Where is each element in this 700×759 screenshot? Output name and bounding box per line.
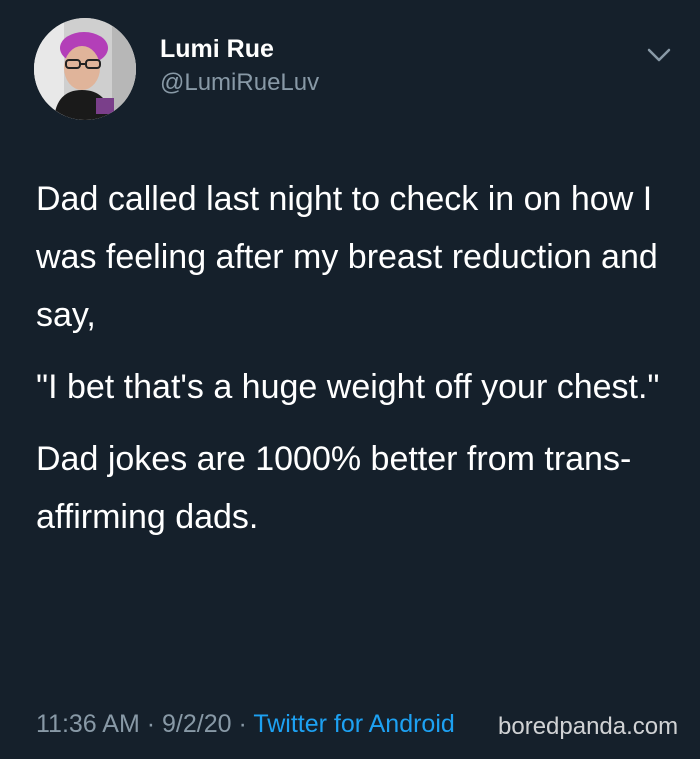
tweet-source-link[interactable]: Twitter for Android — [253, 710, 454, 738]
user-info[interactable]: Lumi Rue @LumiRueLuv — [160, 34, 319, 100]
display-name[interactable]: Lumi Rue — [160, 34, 319, 64]
profile-photo-icon — [34, 18, 136, 120]
chevron-down-icon[interactable] — [644, 40, 674, 70]
tweet-text: Dad called last night to check in on how… — [36, 170, 676, 560]
tweet-header: Lumi Rue @LumiRueLuv — [34, 18, 674, 122]
meta-separator: · — [146, 710, 156, 738]
tweet-time[interactable]: 11:36 AM — [36, 710, 140, 738]
tweet-paragraph: Dad called last night to check in on how… — [36, 180, 658, 334]
tweet-date[interactable]: 9/2/20 — [162, 710, 232, 738]
meta-separator: · — [238, 710, 247, 738]
avatar[interactable] — [34, 18, 136, 120]
tweet-paragraph: Dad jokes are 1000% better from trans-af… — [36, 440, 632, 536]
tweet-paragraph: "I bet that's a huge weight off your che… — [36, 368, 660, 406]
tweet-meta: 11:36 AM · 9/2/20 · Twitter for Android — [36, 706, 455, 742]
tweet-card: Lumi Rue @LumiRueLuv Dad called last nig… — [0, 0, 700, 759]
watermark: boredpanda.com — [498, 713, 679, 740]
user-handle[interactable]: @LumiRueLuv — [160, 66, 319, 100]
